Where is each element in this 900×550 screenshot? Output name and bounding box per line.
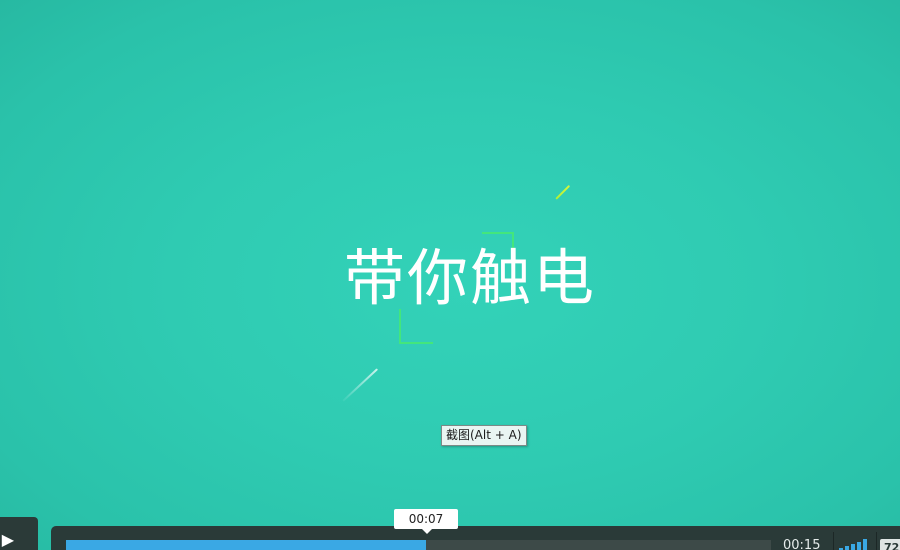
volume-icon[interactable] — [839, 539, 871, 550]
video-stage[interactable]: 带你触电 截图(Alt + A) ▶ 00:15 72 00:07 — [0, 0, 900, 550]
volume-level-bar — [863, 539, 867, 550]
current-time-bubble: 00:07 — [394, 509, 458, 534]
video-title-text: 带你触电 — [344, 243, 597, 314]
volume-level-bar — [851, 544, 855, 550]
progress-bar-fill — [66, 540, 426, 550]
player-control-bar: 00:15 72 — [51, 526, 900, 550]
control-divider — [833, 532, 834, 550]
yellow-light-streak — [555, 184, 571, 200]
play-icon: ▶ — [1, 530, 14, 549]
quality-button[interactable]: 72 — [880, 539, 900, 550]
white-light-streak — [342, 368, 379, 402]
bottom-left-green-bracket — [399, 309, 433, 344]
screenshot-tooltip: 截图(Alt + A) — [441, 425, 527, 446]
volume-level-bar — [845, 546, 849, 550]
play-button[interactable]: ▶ — [0, 517, 38, 550]
duration-label: 00:15 — [783, 538, 821, 550]
control-divider — [876, 532, 877, 550]
progress-bar[interactable] — [66, 540, 771, 550]
volume-level-bar — [857, 542, 861, 550]
